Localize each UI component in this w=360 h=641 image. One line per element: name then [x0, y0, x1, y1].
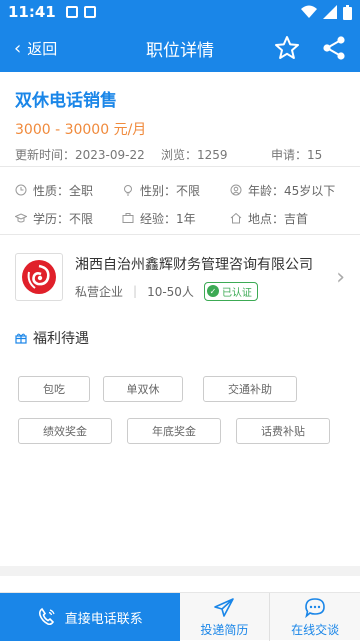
submit-resume-button[interactable]: 投递简历: [180, 593, 270, 641]
battery-icon: [343, 4, 352, 20]
signal-icon: [323, 5, 337, 19]
chevron-right-icon: ›: [336, 264, 345, 290]
welfare-tag: 交通补助: [203, 376, 297, 402]
phone-icon: [38, 607, 55, 626]
chat-label: 在线交谈: [291, 622, 340, 637]
job-attributes: 性质：全职 性别：不限 年龄：45岁以下 学历：不限 经验：1年 地点：吉首: [15, 176, 355, 232]
welfare-title: 福利待遇: [33, 331, 89, 347]
view-count: 浏览：1259: [161, 148, 228, 162]
verified-label: 已认证: [221, 287, 252, 299]
chat-bubble-icon: [305, 597, 325, 618]
update-time: 更新时间：2023-09-22: [15, 148, 145, 162]
attr-experience: 经验：1年: [122, 210, 230, 227]
chevron-left-icon: ‹: [14, 37, 22, 59]
clock-icon: [15, 184, 27, 196]
call-label: 直接电话联系: [64, 611, 143, 627]
briefcase-icon: [122, 213, 134, 223]
verified-badge: ✓ 已认证: [203, 281, 258, 301]
company-type: 私营企业: [75, 284, 124, 299]
company-name: 湘西自治州鑫辉财务管理咨询有限公司: [75, 256, 313, 273]
welfare-tag: 话费补贴: [236, 418, 330, 444]
bottom-action-bar: 直接电话联系 投递简历 在线交谈: [0, 592, 360, 641]
bulb-icon: [124, 185, 132, 196]
nav-bar: ‹ 返回 职位详情: [0, 24, 360, 72]
attr-education: 学历：不限: [15, 210, 122, 227]
section-separator: [0, 566, 360, 576]
job-header: 双休电话销售 3000 - 30000 元/月 更新时间：2023-09-22 …: [0, 72, 360, 166]
attr-label: 地点：吉首: [248, 211, 309, 226]
resume-label: 投递简历: [200, 622, 249, 637]
job-title: 双休电话销售: [15, 91, 117, 111]
attr-label: 年龄：45岁以下: [248, 183, 336, 198]
rose-logo-icon: [22, 260, 56, 294]
graduation-cap-icon: [15, 213, 27, 223]
gift-icon: [15, 333, 27, 344]
welfare-tag: 年底奖金: [127, 418, 221, 444]
home-icon: [230, 212, 242, 224]
share-icon[interactable]: [321, 35, 347, 61]
company-card[interactable]: 湘西自治州鑫辉财务管理咨询有限公司 私营企业 | 10-50人 ✓ 已认证 ›: [0, 244, 360, 310]
job-salary: 3000 - 30000 元/月: [15, 122, 147, 138]
check-icon: ✓: [206, 285, 219, 297]
attr-age: 年龄：45岁以下: [230, 182, 340, 199]
welfare-section-title: 福利待遇: [15, 328, 89, 348]
favorite-star-icon[interactable]: [274, 35, 300, 61]
wifi-icon: [301, 5, 317, 18]
attr-label: 学历：不限: [33, 211, 94, 226]
divider: [0, 166, 360, 167]
status-bar: 11:41: [0, 0, 360, 24]
welfare-tag: 单双休: [103, 376, 183, 402]
company-logo: [15, 253, 63, 301]
back-button[interactable]: ‹ 返回: [14, 24, 57, 72]
attr-nature: 性质：全职: [15, 182, 122, 199]
call-button[interactable]: 直接电话联系: [0, 593, 180, 641]
attr-label: 性别：不限: [140, 183, 201, 198]
attr-label: 性质：全职: [33, 183, 94, 198]
back-label: 返回: [27, 39, 58, 58]
apply-count: 申请：15: [271, 148, 323, 162]
attr-location: 地点：吉首: [230, 210, 340, 227]
app-notification-icon: [83, 6, 96, 18]
online-chat-button[interactable]: 在线交谈: [270, 593, 360, 641]
person-icon: [230, 184, 242, 196]
welfare-tag: 绩效奖金: [18, 418, 112, 444]
status-time: 11:41: [8, 3, 56, 21]
divider: [0, 234, 360, 235]
attr-label: 经验：1年: [140, 211, 196, 226]
gallery-notification-icon: [65, 6, 78, 18]
company-size: 10-50人: [147, 284, 194, 299]
attr-gender: 性别：不限: [122, 182, 230, 199]
separator: |: [133, 284, 138, 298]
send-icon: [214, 597, 235, 617]
welfare-tag: 包吃: [18, 376, 90, 402]
